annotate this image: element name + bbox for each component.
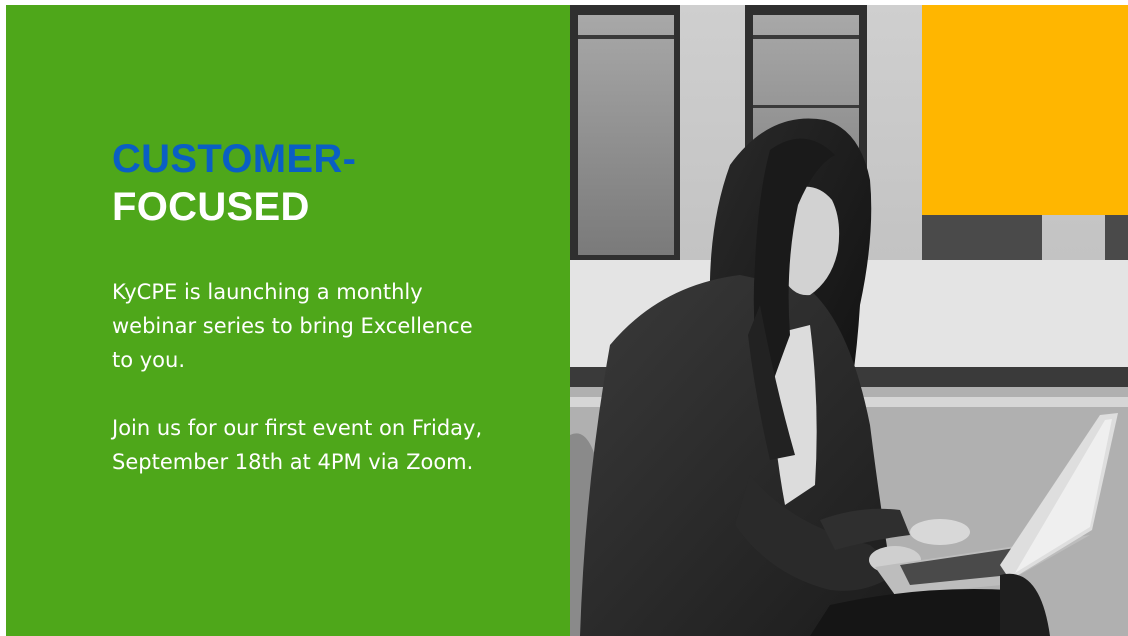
- yellow-accent-square: [922, 5, 1128, 215]
- headline: CUSTOMER- FOCUSED: [112, 135, 356, 231]
- body-copy: KyCPE is launching a monthly webinar ser…: [112, 275, 492, 479]
- body-paragraph-announcement: KyCPE is launching a monthly webinar ser…: [112, 280, 473, 372]
- headline-line-1: CUSTOMER-: [112, 137, 357, 181]
- headline-line-2: FOCUSED: [112, 185, 310, 229]
- promo-slide: CUSTOMER- FOCUSED KyCPE is launching a m…: [6, 5, 1128, 636]
- green-text-panel: CUSTOMER- FOCUSED KyCPE is launching a m…: [6, 5, 570, 636]
- body-paragraph-event-details: Join us for our first event on Friday, S…: [112, 416, 483, 474]
